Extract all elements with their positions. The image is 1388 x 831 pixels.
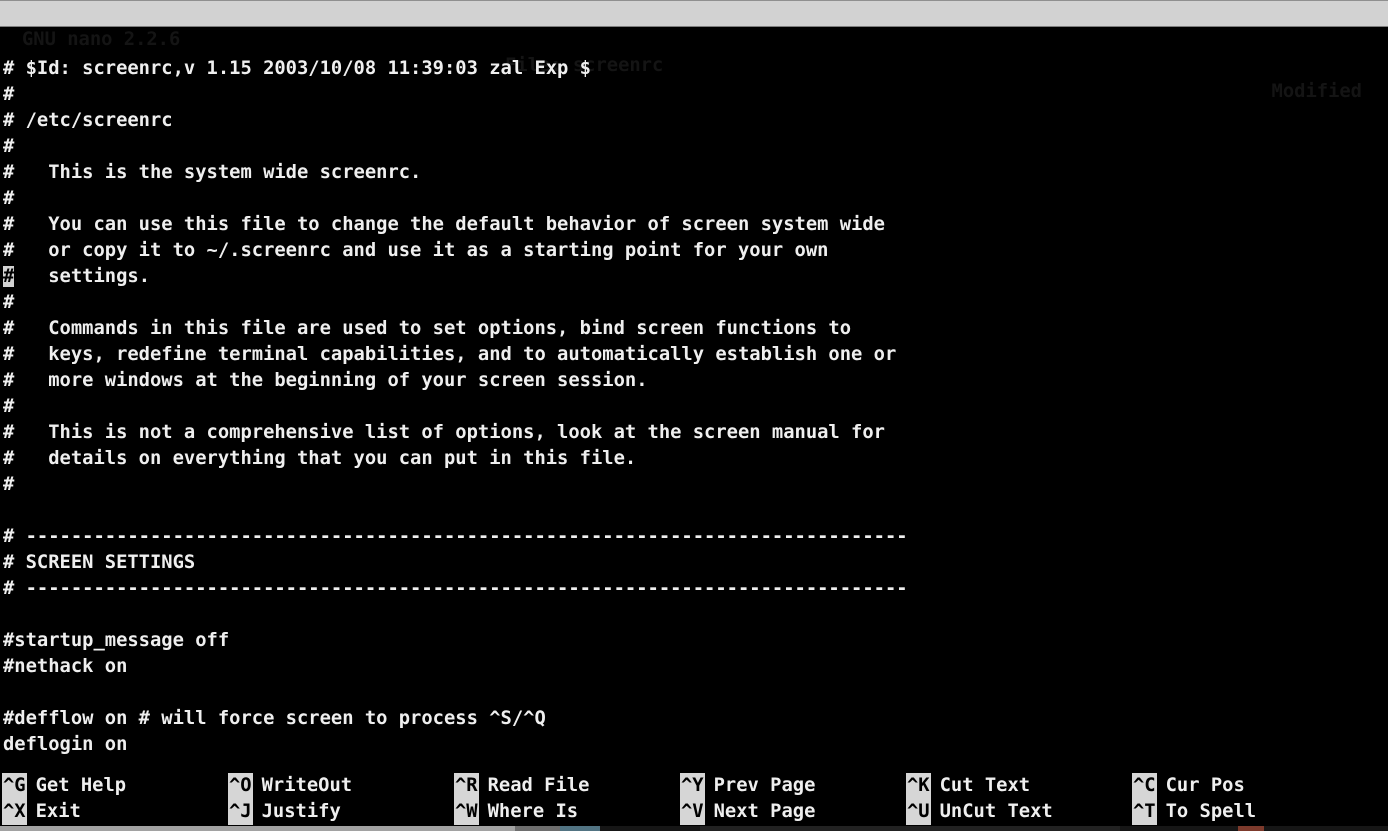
shortcut-cur-pos: ^C Cur Pos [1132,773,1358,799]
shortcut-justify: ^J Justify [228,799,454,825]
shortcut-key: ^J [228,799,253,825]
shortcut-uncut-text: ^U UnCut Text [906,799,1132,825]
shortcut-key: ^G [2,773,27,799]
text-cursor: # [3,266,14,287]
background-window-segment [515,826,560,831]
shortcut-key: ^U [906,799,931,825]
shortcut-label: WriteOut [262,775,352,796]
shortcut-where-is: ^W Where Is [454,799,680,825]
shortcut-row-2: ^X Exit ^J Justify ^W Where Is ^V Next Page ^U Un… [2,799,1358,825]
shortcut-next-page: ^V Next Page [680,799,906,825]
shortcut-key: ^K [906,773,931,799]
shortcut-writeout: ^O WriteOut [228,773,454,799]
app-version-label: GNU nano 2.2.6 [22,27,180,53]
buffer-line[interactable]: #defflow on # will force screen to proce… [3,706,1388,732]
shortcut-key: ^W [454,799,479,825]
buffer-line[interactable]: #nethack on [3,654,1388,680]
buffer-line[interactable]: # [3,394,1388,420]
background-window-segment [560,826,600,831]
shortcut-row-1: ^G Get Help ^O WriteOut ^R Read File ^Y Prev Pa… [2,773,1358,799]
buffer-line[interactable]: # [3,134,1388,160]
shortcut-read-file: ^R Read File [454,773,680,799]
background-window-segment [0,826,515,831]
shortcut-key: ^V [680,799,705,825]
shortcut-to-spell: ^T To Spell [1132,799,1358,825]
shortcut-label: UnCut Text [940,801,1053,822]
shortcut-key: ^T [1132,799,1157,825]
buffer-line[interactable]: # settings. [3,264,1388,290]
buffer-line[interactable]: # --------------------------------------… [3,576,1388,602]
shortcut-label: Get Help [36,775,126,796]
background-window-segment [700,826,1120,831]
shortcut-key: ^C [1132,773,1157,799]
shortcut-label: Read File [488,775,590,796]
shortcut-cut-text: ^K Cut Text [906,773,1132,799]
buffer-line[interactable]: # Commands in this file are used to set … [3,316,1388,342]
buffer-line[interactable]: # more windows at the beginning of your … [3,368,1388,394]
background-window-segment [1238,826,1264,831]
editor-buffer[interactable]: # $Id: screenrc,v 1.15 2003/10/08 11:39:… [3,56,1388,758]
buffer-line[interactable]: # [3,186,1388,212]
buffer-line[interactable]: # $Id: screenrc,v 1.15 2003/10/08 11:39:… [3,56,1388,82]
buffer-line[interactable]: # SCREEN SETTINGS [3,550,1388,576]
buffer-line[interactable]: # [3,290,1388,316]
terminal-window: GNU nano 2.2.6 File: screenrc Modified #… [0,0,1388,831]
shortcut-label: To Spell [1166,801,1256,822]
shortcut-prev-page: ^Y Prev Page [680,773,906,799]
shortcut-key: ^X [2,799,27,825]
shortcut-label: Cut Text [940,775,1030,796]
shortcut-key: ^R [454,773,479,799]
buffer-line[interactable]: # This is the system wide screenrc. [3,160,1388,186]
nano-titlebar: GNU nano 2.2.6 File: screenrc Modified [0,0,1388,27]
shortcut-label: Prev Page [714,775,816,796]
buffer-line[interactable]: # [3,82,1388,108]
shortcut-label: Where Is [488,801,578,822]
buffer-line[interactable]: # /etc/screenrc [3,108,1388,134]
shortcut-key: ^Y [680,773,705,799]
background-window-edge [0,826,1388,831]
buffer-line[interactable]: #startup_message off [3,628,1388,654]
buffer-line[interactable]: # keys, redefine terminal capabilities, … [3,342,1388,368]
buffer-line[interactable] [3,602,1388,628]
shortcut-label: Justify [262,801,341,822]
shortcut-label: Exit [36,801,81,822]
buffer-line[interactable]: # or copy it to ~/.screenrc and use it a… [3,238,1388,264]
buffer-line[interactable]: # This is not a comprehensive list of op… [3,420,1388,446]
shortcut-get-help: ^G Get Help [2,773,228,799]
buffer-line[interactable]: # --------------------------------------… [3,524,1388,550]
shortcut-label: Cur Pos [1166,775,1245,796]
buffer-line[interactable]: # [3,472,1388,498]
shortcut-exit: ^X Exit [2,799,228,825]
buffer-line[interactable]: deflogin on [3,732,1388,758]
buffer-line[interactable] [3,498,1388,524]
buffer-line[interactable]: # details on everything that you can put… [3,446,1388,472]
shortcut-label: Next Page [714,801,816,822]
buffer-line[interactable]: # You can use this file to change the de… [3,212,1388,238]
buffer-line[interactable] [3,680,1388,706]
shortcut-key: ^O [228,773,253,799]
